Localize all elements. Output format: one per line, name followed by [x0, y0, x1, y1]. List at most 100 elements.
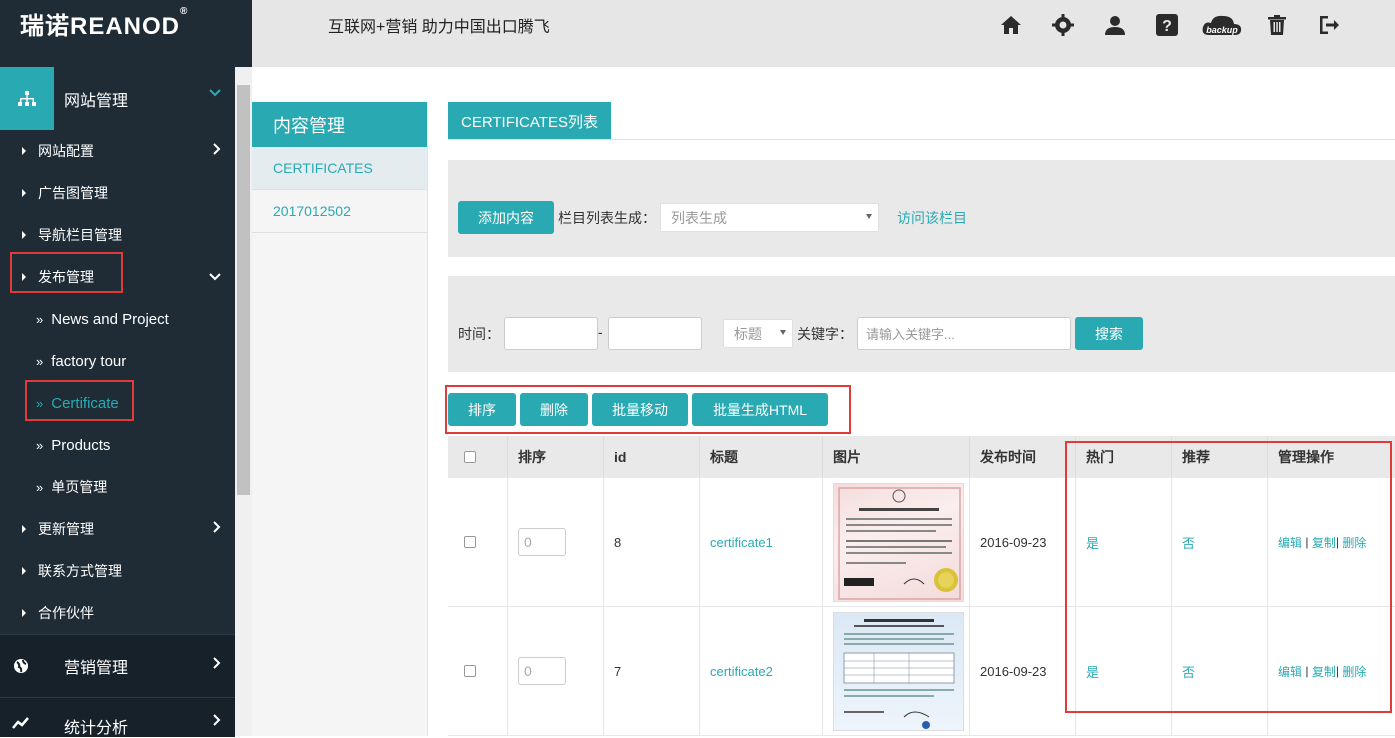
chevron-down-icon [866, 214, 872, 219]
header-checkbox-cell [448, 436, 508, 478]
list-gen-select[interactable]: 列表生成 [660, 203, 879, 232]
id-cell: 8 [604, 478, 700, 606]
chevron-right-icon [213, 521, 221, 533]
help-icon[interactable]: ? [1141, 10, 1193, 40]
row-checkbox-cell [448, 478, 508, 606]
title-link[interactable]: certificate2 [700, 607, 823, 735]
sidebar-sub-single-page[interactable]: » 单页管理 [0, 466, 235, 508]
header-id: id [604, 436, 700, 478]
certificate-thumbnail[interactable] [833, 482, 964, 602]
certificate-thumbnail[interactable] [833, 611, 964, 731]
caret-icon [22, 609, 26, 617]
caret-icon [22, 147, 26, 155]
home-icon[interactable] [985, 10, 1037, 40]
top-bar: 瑞诺REANOD® 互联网+营销 助力中国出口腾飞 ? backup [0, 0, 1395, 67]
image-cell [823, 607, 970, 735]
bullet-icon: » [36, 479, 44, 495]
select-all-checkbox[interactable] [464, 451, 476, 463]
sidebar-sub-products[interactable]: » Products [0, 424, 235, 466]
highlight-publish [10, 252, 123, 293]
sidebar-head-title: 网站管理 [64, 92, 129, 110]
sidebar-group-analytics[interactable]: 统计分析 [0, 697, 235, 737]
add-content-button[interactable]: 添加内容 [458, 201, 554, 234]
sidebar-scrollbar[interactable] [235, 67, 252, 736]
keyword-placeholder: 请输入关键字... [866, 327, 955, 342]
content-menu-item-2017012502[interactable]: 2017012502 [252, 190, 427, 233]
order-input[interactable]: 0 [518, 657, 566, 685]
user-icon[interactable] [1089, 10, 1141, 40]
date-cell: 2016-09-23 [970, 478, 1076, 606]
trash-icon[interactable] [1251, 10, 1303, 40]
time-label: 时间： [458, 326, 500, 342]
sidebar-item-partners[interactable]: 合作伙伴 [0, 592, 235, 634]
sidebar-sub-label: News and Project [51, 310, 169, 328]
header-order: 排序 [508, 436, 604, 478]
sidebar-item-contact[interactable]: 联系方式管理 [0, 550, 235, 592]
content-menu-item-certificates[interactable]: CERTIFICATES [252, 147, 427, 190]
keyword-label: 关键字： [797, 326, 853, 342]
chevron-down-icon [209, 273, 221, 281]
sidebar-item-update[interactable]: 更新管理 [0, 508, 235, 550]
slogan: 互联网+营销 助力中国出口腾飞 [328, 19, 550, 36]
id-cell: 7 [604, 607, 700, 735]
backup-icon[interactable]: backup [1193, 10, 1251, 40]
logo-en: REANOD [70, 13, 181, 40]
header-title: 标题 [700, 436, 823, 478]
highlight-status-columns [1065, 441, 1392, 713]
sidebar-item-label: 广告图管理 [38, 185, 108, 201]
content-menu-title: 内容管理 [252, 102, 427, 147]
caret-icon [22, 567, 26, 575]
row-checkbox-cell [448, 607, 508, 735]
sidebar-item-label: 更新管理 [38, 521, 94, 537]
logo-reg: ® [180, 6, 189, 17]
sidebar-item-label: 导航栏目管理 [38, 227, 122, 243]
sidebar-sub-news[interactable]: » News and Project [0, 298, 235, 340]
header-date: 发布时间 [970, 436, 1076, 478]
sidebar-item-label: 网站配置 [38, 143, 94, 159]
sidebar-head-website[interactable]: 网站管理 [0, 67, 235, 130]
tab-certificates-list[interactable]: CERTIFICATES列表 [448, 102, 611, 140]
sidebar-item-label: 联系方式管理 [38, 563, 122, 579]
chart-icon [0, 714, 38, 730]
caret-icon [22, 231, 26, 239]
sidebar-sub-label: factory tour [51, 352, 127, 370]
svg-text:backup: backup [1206, 25, 1238, 35]
logout-icon[interactable] [1303, 10, 1355, 40]
gear-icon[interactable] [1037, 10, 1089, 40]
sidebar-item-site-config[interactable]: 网站配置 [0, 130, 235, 172]
search-button[interactable]: 搜索 [1075, 317, 1143, 350]
content-menu: 内容管理 CERTIFICATES 2017012502 [252, 102, 428, 736]
sitemap-icon [0, 67, 54, 130]
visit-column-link[interactable]: 访问该栏目 [897, 208, 967, 228]
certificate-image [838, 486, 961, 600]
bullet-icon: » [36, 437, 44, 453]
title-link[interactable]: certificate1 [700, 478, 823, 606]
highlight-certificate [25, 380, 134, 421]
time-start-input[interactable] [504, 317, 598, 350]
sidebar-group-label: 统计分析 [64, 720, 129, 737]
bullet-icon: » [36, 353, 44, 369]
order-input[interactable]: 0 [518, 528, 566, 556]
sidebar-item-banner[interactable]: 广告图管理 [0, 172, 235, 214]
keyword-input[interactable]: 请输入关键字... [857, 317, 1071, 350]
title-select-value: 标题 [734, 325, 762, 342]
sidebar-sub-factory[interactable]: » factory tour [0, 340, 235, 382]
row-checkbox[interactable] [464, 536, 476, 548]
list-gen-select-value: 列表生成 [671, 209, 727, 226]
globe-icon [0, 658, 38, 674]
date-cell: 2016-09-23 [970, 607, 1076, 735]
time-end-input[interactable] [608, 317, 702, 350]
chevron-right-icon [213, 657, 221, 669]
certificate-image [843, 618, 955, 729]
scrollbar-thumb[interactable] [237, 85, 250, 495]
logo: 瑞诺REANOD® [20, 6, 188, 41]
sidebar-item-nav[interactable]: 导航栏目管理 [0, 214, 235, 256]
chevron-down-icon [209, 89, 221, 97]
sidebar-item-label: 合作伙伴 [38, 605, 94, 621]
sidebar-sub-label: Products [51, 436, 111, 454]
row-checkbox[interactable] [464, 665, 476, 677]
sidebar-group-marketing[interactable]: 营销管理 [0, 634, 235, 697]
title-select[interactable]: 标题 [723, 319, 793, 348]
top-icons: ? backup [985, 10, 1355, 40]
image-cell [823, 478, 970, 606]
